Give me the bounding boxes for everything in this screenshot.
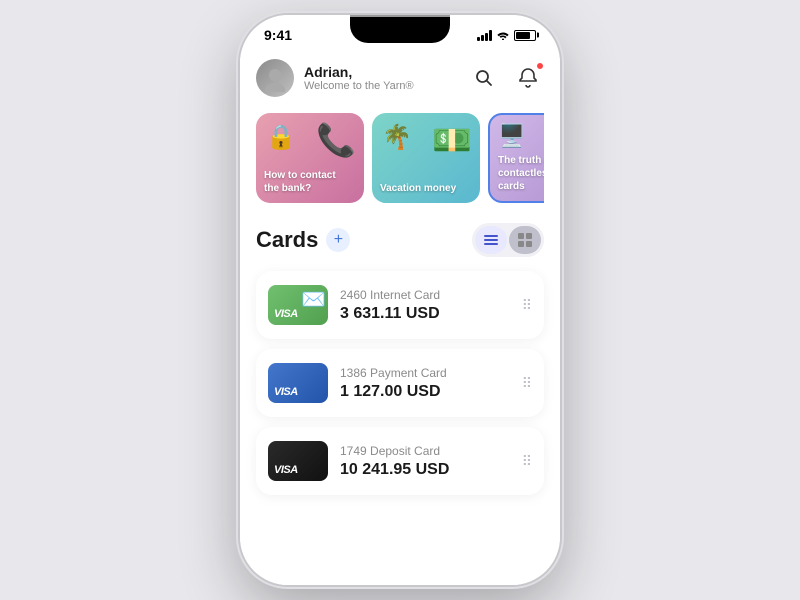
drag-icon-payment: ⠿ [522,376,532,390]
promo-card-bank-contact[interactable]: 📞 🔒 How to contact the bank? [256,113,364,203]
signal-bar-1 [477,37,480,41]
header-left: Adrian, Welcome to the Yarn® [256,59,414,97]
card-item-payment[interactable]: VISA 1386 Payment Card 1 127.00 USD ⠿ [256,349,544,417]
subtitle: Welcome to the Yarn® [304,80,414,92]
card-visual-payment: VISA [268,363,328,403]
phone-screen: 9:41 [240,15,560,585]
card-info-payment: 1386 Payment Card 1 127.00 USD [340,366,510,401]
plus-icon: + [334,231,343,249]
list-view-button[interactable] [475,226,507,254]
palm-icon: 🌴 [382,123,412,152]
card-balance-internet: 3 631.11 USD [340,305,510,323]
battery-icon [514,30,536,41]
promo-card-vacation[interactable]: 💵 🌴 Vacation money [372,113,480,203]
notification-button[interactable] [512,62,544,94]
card-visual-internet: ✉️ VISA [268,285,328,325]
notification-dot [536,62,544,70]
battery-fill [516,32,530,39]
terminal-icon: 🖥️ [498,123,525,149]
promo-label-1: How to contact the bank? [264,169,344,195]
signal-bar-3 [485,33,488,41]
view-toggle [472,223,544,257]
add-card-button[interactable]: + [326,228,350,252]
app-content: Adrian, Welcome to the Yarn® [240,47,560,577]
card-name-deposit: 1749 Deposit Card [340,444,510,458]
card-name-payment: 1386 Payment Card [340,366,510,380]
notch [350,15,450,43]
card-item-deposit[interactable]: VISA 1749 Deposit Card 10 241.95 USD ⠿ [256,427,544,495]
card-info-deposit: 1749 Deposit Card 10 241.95 USD [340,444,510,479]
header-right [468,62,544,94]
header-text: Adrian, Welcome to the Yarn® [304,64,414,92]
phone-frame: 9:41 [240,15,560,585]
promo-emoji-2: 💵 [432,121,472,159]
envelope-icon: ✉️ [301,287,326,312]
card-name-internet: 2460 Internet Card [340,288,510,302]
status-time: 9:41 [264,27,292,43]
card-item-internet[interactable]: ✉️ VISA 2460 Internet Card 3 631.11 USD … [256,271,544,339]
visa-label-internet: VISA [274,308,298,320]
card-info-internet: 2460 Internet Card 3 631.11 USD [340,288,510,323]
search-button[interactable] [468,62,500,94]
cards-title: Cards [256,227,318,253]
visa-label-deposit: VISA [274,464,298,476]
grid-view-button[interactable] [509,226,541,254]
promo-label-2: Vacation money [380,182,456,195]
safe-icon: 🔒 [266,123,296,152]
cards-header: Cards + [256,223,544,257]
status-icons [477,30,536,41]
promo-emoji-1: 📞 [316,121,356,159]
signal-bar-4 [489,30,492,41]
greeting: Adrian, [304,64,414,80]
drag-icon-deposit: ⠿ [522,454,532,468]
promo-section: 📞 🔒 How to contact the bank? 💵 🌴 Vacatio… [256,113,544,203]
signal-bar-2 [481,35,484,41]
wifi-icon [496,30,510,40]
signal-bars-icon [477,30,492,41]
cards-header-left: Cards + [256,227,350,253]
visa-label-payment: VISA [274,386,298,398]
promo-card-contactless[interactable]: 💳 🖥️ The truth about contactless cards [488,113,544,203]
drag-icon-internet: ⠿ [522,298,532,312]
header: Adrian, Welcome to the Yarn® [256,47,544,113]
avatar[interactable] [256,59,294,97]
card-balance-deposit: 10 241.95 USD [340,461,510,479]
promo-label-3: The truth about contactless cards [498,154,544,193]
card-visual-deposit: VISA [268,441,328,481]
card-balance-payment: 1 127.00 USD [340,383,510,401]
